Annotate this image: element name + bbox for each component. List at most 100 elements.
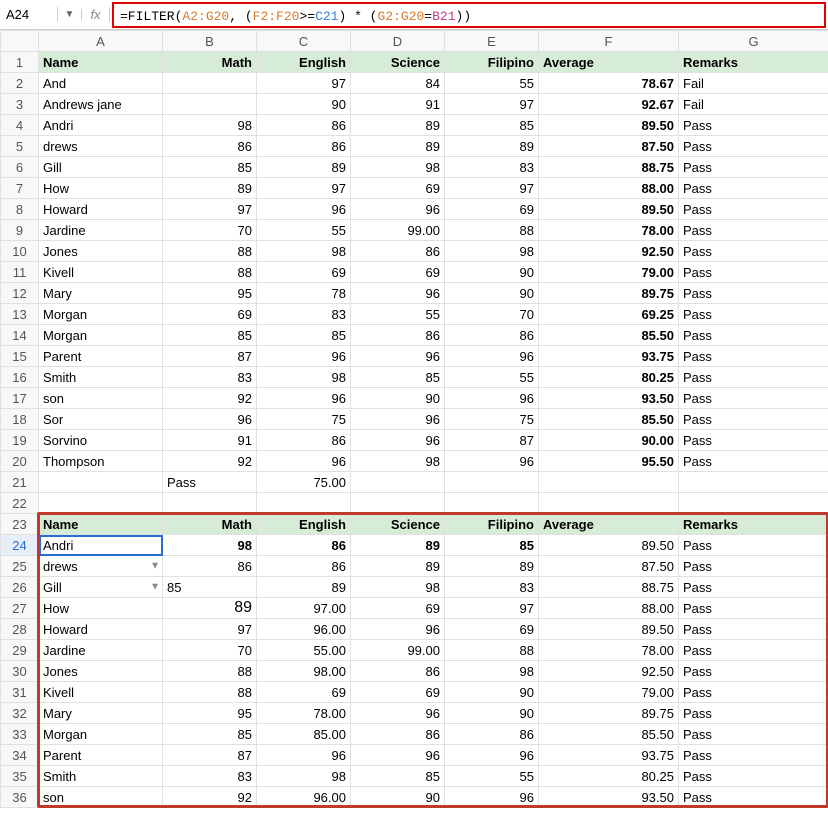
data-remarks-cell[interactable]: Pass (679, 220, 828, 241)
data-name-cell[interactable]: Andrews jane (39, 94, 163, 115)
row-header[interactable]: 1 (1, 52, 39, 73)
data-average-cell[interactable]: 69.25 (539, 304, 679, 325)
data-filipino-cell[interactable]: 96 (445, 388, 539, 409)
data-remarks-cell[interactable]: Pass (679, 325, 828, 346)
result-remarks-cell[interactable]: Pass (679, 661, 828, 682)
result-average-cell[interactable]: 79.00 (539, 682, 679, 703)
row-header[interactable]: 19 (1, 430, 39, 451)
data-remarks-cell[interactable]: Pass (679, 346, 828, 367)
row-header[interactable]: 13 (1, 304, 39, 325)
data-science-cell[interactable]: 89 (351, 136, 445, 157)
data-name-cell[interactable]: Thompson (39, 451, 163, 472)
data-science-cell[interactable]: 86 (351, 241, 445, 262)
row-header[interactable]: 9 (1, 220, 39, 241)
col-header[interactable]: G (679, 31, 828, 52)
data-filipino-cell[interactable]: 55 (445, 73, 539, 94)
data-average-cell[interactable]: 87.50 (539, 136, 679, 157)
data-name-cell[interactable]: Sor (39, 409, 163, 430)
result-name-cell[interactable]: Jardine (39, 640, 163, 661)
data-english-cell[interactable]: 97 (257, 73, 351, 94)
data-math-cell[interactable]: 89 (163, 178, 257, 199)
result-remarks-cell[interactable]: Pass (679, 682, 828, 703)
data-average-cell[interactable]: 93.50 (539, 388, 679, 409)
result-english-cell[interactable]: 69 (257, 682, 351, 703)
data-math-cell[interactable]: 88 (163, 241, 257, 262)
cell[interactable] (445, 472, 539, 493)
result-name-cell[interactable]: Parent (39, 745, 163, 766)
result-math-cell[interactable]: 85 (163, 724, 257, 745)
result-english-cell[interactable]: 96.00 (257, 619, 351, 640)
row-header[interactable]: 12 (1, 283, 39, 304)
result-math-cell[interactable]: 86 (163, 556, 257, 577)
data-math-cell[interactable] (163, 94, 257, 115)
row-header[interactable]: 2 (1, 73, 39, 94)
result-remarks-cell[interactable]: Pass (679, 619, 828, 640)
data-average-cell[interactable]: 92.67 (539, 94, 679, 115)
data-english-cell[interactable]: 90 (257, 94, 351, 115)
data-remarks-cell[interactable]: Pass (679, 304, 828, 325)
data-average-cell[interactable]: 85.50 (539, 409, 679, 430)
data-english-cell[interactable]: 96 (257, 388, 351, 409)
result-name-cell[interactable]: drews▼ (39, 556, 163, 577)
data-english-cell[interactable]: 55 (257, 220, 351, 241)
result-filipino-cell[interactable]: 85 (445, 535, 539, 556)
data-average-cell[interactable]: 78.00 (539, 220, 679, 241)
cell[interactable] (257, 493, 351, 514)
result-english-cell[interactable]: 97.00 (257, 598, 351, 619)
result-english-cell[interactable]: 55.00 (257, 640, 351, 661)
data-filipino-cell[interactable]: 96 (445, 451, 539, 472)
result-average-cell[interactable]: 93.75 (539, 745, 679, 766)
data-math-cell[interactable]: 87 (163, 346, 257, 367)
result-english-cell[interactable]: 96.00 (257, 787, 351, 808)
result-science-cell[interactable]: 89 (351, 535, 445, 556)
result-filipino-cell[interactable]: 86 (445, 724, 539, 745)
result-science-cell[interactable]: 69 (351, 682, 445, 703)
dropdown-icon[interactable]: ▼ (150, 582, 160, 593)
dropdown-icon[interactable]: ▼ (150, 561, 160, 572)
row-header[interactable]: 33 (1, 724, 39, 745)
data-filipino-cell[interactable]: 55 (445, 367, 539, 388)
result-math-cell[interactable]: 85 (163, 577, 257, 598)
result-average-cell[interactable]: 89.50 (539, 619, 679, 640)
data-remarks-cell[interactable]: Pass (679, 430, 828, 451)
data-filipino-cell[interactable]: 97 (445, 178, 539, 199)
data-science-cell[interactable]: 84 (351, 73, 445, 94)
result-remarks-cell[interactable]: Pass (679, 703, 828, 724)
row-header[interactable]: 8 (1, 199, 39, 220)
data-average-cell[interactable]: 93.75 (539, 346, 679, 367)
result-science-cell[interactable]: 96 (351, 745, 445, 766)
result-filipino-cell[interactable]: 97 (445, 598, 539, 619)
row-header[interactable]: 16 (1, 367, 39, 388)
data-name-cell[interactable]: Morgan (39, 304, 163, 325)
data-average-cell[interactable]: 89.75 (539, 283, 679, 304)
cell[interactable] (539, 493, 679, 514)
row-header[interactable]: 20 (1, 451, 39, 472)
data-english-cell[interactable]: 69 (257, 262, 351, 283)
data-filipino-cell[interactable]: 96 (445, 346, 539, 367)
data-science-cell[interactable]: 69 (351, 262, 445, 283)
row-header[interactable]: 21 (1, 472, 39, 493)
data-math-cell[interactable]: 70 (163, 220, 257, 241)
data-remarks-cell[interactable]: Pass (679, 262, 828, 283)
data-math-cell[interactable]: 88 (163, 262, 257, 283)
result-filipino-cell[interactable]: 90 (445, 682, 539, 703)
data-name-cell[interactable]: Mary (39, 283, 163, 304)
data-english-cell[interactable]: 86 (257, 136, 351, 157)
fx-icon[interactable]: fx (82, 7, 110, 22)
data-filipino-cell[interactable]: 90 (445, 262, 539, 283)
header-science[interactable]: Science (351, 514, 445, 535)
result-remarks-cell[interactable]: Pass (679, 724, 828, 745)
data-name-cell[interactable]: Sorvino (39, 430, 163, 451)
result-average-cell[interactable]: 88.75 (539, 577, 679, 598)
data-filipino-cell[interactable]: 87 (445, 430, 539, 451)
col-header[interactable]: B (163, 31, 257, 52)
data-remarks-cell[interactable]: Pass (679, 367, 828, 388)
result-science-cell[interactable]: 69 (351, 598, 445, 619)
result-average-cell[interactable]: 92.50 (539, 661, 679, 682)
data-remarks-cell[interactable]: Fail (679, 94, 828, 115)
row-header[interactable]: 10 (1, 241, 39, 262)
result-average-cell[interactable]: 87.50 (539, 556, 679, 577)
row-header[interactable]: 28 (1, 619, 39, 640)
data-remarks-cell[interactable]: Pass (679, 157, 828, 178)
row-header[interactable]: 6 (1, 157, 39, 178)
